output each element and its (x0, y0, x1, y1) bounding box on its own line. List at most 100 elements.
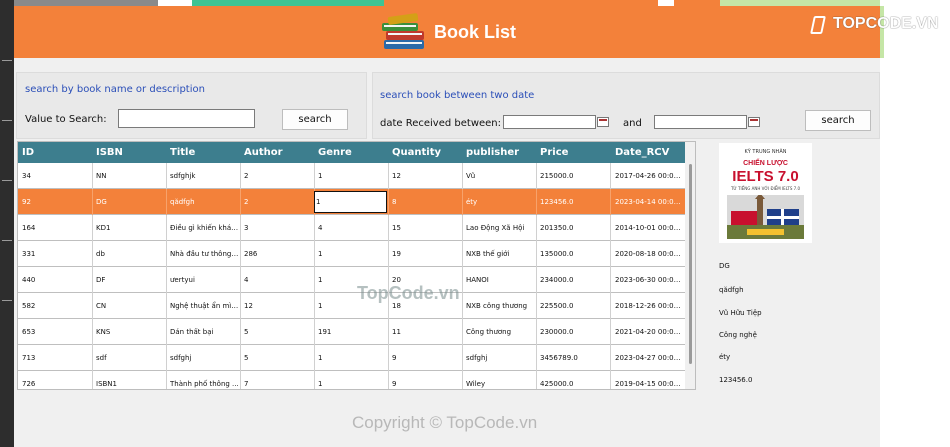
column-header-title[interactable]: Title (170, 142, 195, 163)
cell-isbn[interactable]: KD1 (96, 215, 166, 241)
cell-id[interactable]: 440 (22, 267, 92, 293)
table-row[interactable]: 440 DF ưertyui 4 1 20 HANOI 234000.0 2023-06-30 … (18, 267, 685, 293)
cell-price[interactable]: 230000.0 (540, 319, 610, 345)
cell-id[interactable]: 726 (22, 371, 92, 389)
table-row[interactable]: 726 ISBN1 Thành phố thông ... 7 1 9 Wiley 42500… (18, 371, 685, 389)
cell-publisher[interactable]: NXB công thương (466, 293, 536, 319)
table-row[interactable]: 653 KNS Dán thất bại 5 191 11 Công thương 23000… (18, 319, 685, 345)
cell-quantity[interactable]: 19 (392, 241, 462, 267)
table-row[interactable]: 713 sdf sdfghj 5 1 9 sdfghj 3456789.0 2023-04-27… (18, 345, 685, 371)
column-header-date-rcv[interactable]: Date_RCV (615, 142, 669, 163)
column-header-publisher[interactable]: publisher (466, 142, 519, 163)
table-row[interactable]: 164 KD1 Điều gì khiến khách... 3 4 15 Lao Động… (18, 215, 685, 241)
cell-price[interactable]: 225500.0 (540, 293, 610, 319)
cell-isbn[interactable]: DG (96, 189, 166, 215)
cell-publisher[interactable]: sdfghj (466, 345, 536, 371)
table-scrollbar[interactable] (685, 142, 695, 389)
cell-author[interactable]: 3 (244, 215, 314, 241)
cell-isbn[interactable]: db (96, 241, 166, 267)
cell-genre[interactable]: 191 (318, 319, 388, 345)
cell-quantity[interactable]: 9 (392, 371, 462, 389)
cell-publisher[interactable]: éty (466, 189, 536, 215)
cell-editor[interactable]: 1 (314, 191, 387, 213)
cell-author[interactable]: 2 (244, 163, 314, 189)
cell-quantity[interactable]: 11 (392, 319, 462, 345)
cell-date-rcv[interactable]: 2019-04-15 00:00:00 (615, 371, 685, 389)
calendar-to-icon[interactable] (748, 117, 760, 127)
cell-genre[interactable]: 1 (318, 345, 388, 371)
cell-id[interactable]: 582 (22, 293, 92, 319)
cell-isbn[interactable]: KNS (96, 319, 166, 345)
cell-id[interactable]: 34 (22, 163, 92, 189)
cell-isbn[interactable]: ISBN1 (96, 371, 166, 389)
table-row[interactable]: 34 NN sdfghjk 2 1 12 Vũ 215000.0 2017-04-26 00:0… (18, 163, 685, 189)
cell-quantity[interactable]: 15 (392, 215, 462, 241)
cell-date-rcv[interactable]: 2021-04-20 00:00:00 (615, 319, 685, 345)
cell-isbn[interactable]: sdf (96, 345, 166, 371)
cell-id[interactable]: 331 (22, 241, 92, 267)
cell-author[interactable]: 4 (244, 267, 314, 293)
cell-date-rcv[interactable]: 2014-10-01 00:00:00 (615, 215, 685, 241)
cell-author[interactable]: 7 (244, 371, 314, 389)
cell-genre[interactable]: 4 (318, 215, 388, 241)
cell-quantity[interactable]: 12 (392, 163, 462, 189)
cell-isbn[interactable]: NN (96, 163, 166, 189)
cell-title[interactable]: Thành phố thông ... (170, 371, 240, 389)
search-by-name-button[interactable]: search (282, 109, 348, 130)
cell-price[interactable]: 135000.0 (540, 241, 610, 267)
cell-genre[interactable]: 1 (318, 371, 388, 389)
table-row[interactable]: 331 db Nhà đầu tư thông ... 286 1 19 NXB thế g… (18, 241, 685, 267)
cell-title[interactable]: Điều gì khiến khách... (170, 215, 240, 241)
cell-publisher[interactable]: Lao Động Xã Hội (466, 215, 536, 241)
calendar-from-icon[interactable] (597, 117, 609, 127)
cell-date-rcv[interactable]: 2017-04-26 00:00:00 (615, 163, 685, 189)
cell-date-rcv[interactable]: 2023-04-14 00:00:00 (615, 189, 685, 215)
cell-date-rcv[interactable]: 2018-12-26 00:00:00 (615, 293, 685, 319)
cell-title[interactable]: ưertyui (170, 267, 240, 293)
cell-publisher[interactable]: Wiley (466, 371, 536, 389)
cell-quantity[interactable]: 9 (392, 345, 462, 371)
cell-id[interactable]: 653 (22, 319, 92, 345)
cell-publisher[interactable]: HANOI (466, 267, 536, 293)
column-header-author[interactable]: Author (244, 142, 283, 163)
table-row[interactable]: 92DGqădfgh218éty123456.02023-04-14 00:00… (18, 189, 685, 215)
cell-price[interactable]: 3456789.0 (540, 345, 610, 371)
search-input[interactable] (118, 109, 255, 128)
cell-price[interactable]: 201350.0 (540, 215, 610, 241)
cell-id[interactable]: 713 (22, 345, 92, 371)
cell-isbn[interactable]: CN (96, 293, 166, 319)
cell-price[interactable]: 234000.0 (540, 267, 610, 293)
cell-author[interactable]: 12 (244, 293, 314, 319)
cell-date-rcv[interactable]: 2023-04-27 00:00:00 (615, 345, 685, 371)
cell-price[interactable]: 215000.0 (540, 163, 610, 189)
cell-publisher[interactable]: NXB thế giới (466, 241, 536, 267)
date-from-field[interactable] (503, 115, 596, 129)
cell-price[interactable]: 425000.0 (540, 371, 610, 389)
cell-author[interactable]: 5 (244, 319, 314, 345)
column-header-id[interactable]: ID (22, 142, 34, 163)
cell-id[interactable]: 92 (22, 189, 92, 215)
table-row[interactable]: 582 CN Nghệ thuật ẩn mình 12 1 18 NXB công thư… (18, 293, 685, 319)
cell-date-rcv[interactable]: 2020-08-18 00:00:00 (615, 241, 685, 267)
column-header-quantity[interactable]: Quantity (392, 142, 441, 163)
cell-author[interactable]: 2 (244, 189, 314, 215)
cell-title[interactable]: Dán thất bại (170, 319, 240, 345)
date-to-field[interactable] (654, 115, 747, 129)
cell-id[interactable]: 164 (22, 215, 92, 241)
cell-title[interactable]: Nhà đầu tư thông ... (170, 241, 240, 267)
cell-quantity[interactable]: 8 (392, 189, 462, 215)
cell-author[interactable]: 286 (244, 241, 314, 267)
cell-publisher[interactable]: Vũ (466, 163, 536, 189)
column-header-isbn[interactable]: ISBN (96, 142, 123, 163)
cell-genre[interactable]: 1 (318, 163, 388, 189)
cell-title[interactable]: sdfghjk (170, 163, 240, 189)
search-by-date-button[interactable]: search (805, 110, 871, 131)
column-header-price[interactable]: Price (540, 142, 568, 163)
cell-date-rcv[interactable]: 2023-06-30 00:00:00 (615, 267, 685, 293)
cell-title[interactable]: Nghệ thuật ẩn mình (170, 293, 240, 319)
cell-price[interactable]: 123456.0 (540, 189, 610, 215)
scrollbar-thumb[interactable] (689, 164, 692, 364)
cell-title[interactable]: sdfghj (170, 345, 240, 371)
cell-isbn[interactable]: DF (96, 267, 166, 293)
cell-title[interactable]: qădfgh (170, 189, 240, 215)
